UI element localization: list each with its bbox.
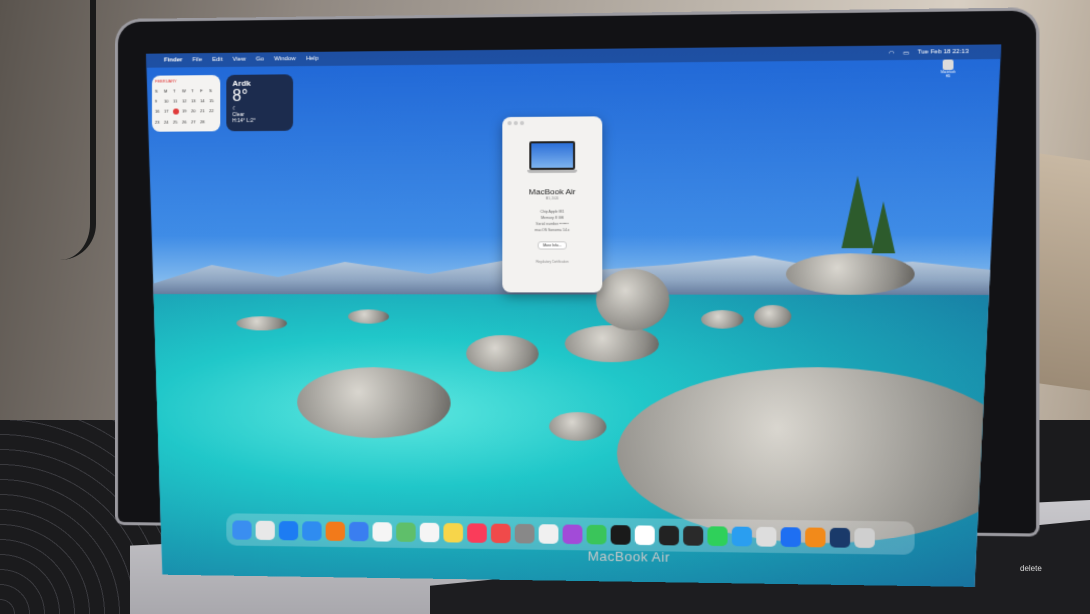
dock-podcasts-icon[interactable]	[563, 524, 583, 544]
weather-city: Ardk	[232, 78, 251, 88]
dock-launchpad-icon[interactable]	[256, 520, 275, 539]
dock-maps-icon[interactable]	[396, 522, 416, 542]
dock-photos-icon[interactable]	[373, 522, 392, 541]
menu-help[interactable]: Help	[306, 56, 319, 62]
about-subtitle: M1, 2020	[545, 196, 559, 201]
dock-calendar-icon[interactable]	[635, 525, 655, 545]
wifi-icon[interactable]: ◠	[889, 49, 895, 56]
delete-key: delete	[1020, 564, 1042, 573]
menubar: Finder File Edit View Go Window Help ◠ ▭…	[146, 44, 1001, 67]
rock	[297, 367, 450, 439]
dock-activity-monitor-icon[interactable]	[683, 525, 703, 545]
about-title: MacBook Air	[528, 187, 576, 197]
dock-notes-icon[interactable]	[443, 523, 463, 543]
menu-edit[interactable]: Edit	[212, 57, 222, 63]
regulatory-link[interactable]: Regulatory Certification	[502, 260, 602, 264]
dock-reminders-icon[interactable]	[420, 522, 440, 542]
bezel-label: MacBook Air	[587, 548, 670, 565]
rock	[236, 316, 287, 330]
tree	[842, 175, 874, 248]
dock-news-icon[interactable]	[491, 523, 511, 543]
menu-view[interactable]: View	[233, 57, 246, 63]
macintosh-hd-icon[interactable]: Macintosh HD	[941, 59, 956, 76]
rock	[348, 309, 389, 323]
weather-range: H:14° L:2°	[232, 117, 256, 125]
window-controls	[502, 116, 602, 129]
calendar-today	[173, 109, 179, 115]
spec-macos: macOS Sonoma 14.x	[534, 228, 570, 233]
dock-telegram-icon[interactable]	[732, 526, 752, 546]
rock	[754, 305, 791, 328]
rock	[549, 412, 606, 441]
calendar-widget[interactable]: FEBRUARY SMTWTFS 9 10 11 12 13 14 15 16 17 19 20 2…	[152, 75, 220, 132]
rock	[466, 335, 539, 372]
minimize-button[interactable]	[514, 121, 518, 125]
dock-mail-icon[interactable]	[349, 521, 368, 540]
menu-file[interactable]: File	[192, 57, 202, 63]
dock-whatsapp-icon[interactable]	[707, 526, 727, 546]
weather-widget[interactable]: Ardk 8° ☾ Clear H:14° L:2°	[226, 74, 293, 131]
laptop-lid: Finder File Edit View Go Window Help ◠ ▭…	[118, 10, 1037, 534]
more-info-button[interactable]: More Info...	[538, 241, 567, 249]
zoom-button[interactable]	[520, 121, 524, 125]
dock-music-icon[interactable]	[467, 523, 487, 543]
screen: Finder File Edit View Go Window Help ◠ ▭…	[146, 44, 1001, 587]
about-this-mac-window[interactable]: MacBook Air M1, 2020 Chip Apple M1 Memor…	[502, 116, 602, 292]
tree	[872, 201, 896, 253]
battery-icon[interactable]: ▭	[903, 49, 909, 56]
dock-facetime-icon[interactable]	[587, 524, 607, 544]
menu-go[interactable]: Go	[256, 56, 264, 62]
dock-terminal-icon[interactable]	[659, 525, 679, 545]
dock-finder-icon[interactable]	[232, 520, 251, 539]
rock	[701, 310, 743, 329]
menu-window[interactable]: Window	[274, 56, 296, 62]
disk-label: Macintosh HD	[940, 69, 956, 79]
menubar-clock[interactable]: Tue Feb 18 22:13	[918, 48, 969, 56]
weather-temperature: 8°	[232, 87, 248, 106]
dock-screenshot-icon[interactable]	[756, 526, 776, 546]
macbook-icon	[529, 141, 575, 170]
dock-firefox-icon[interactable]	[326, 521, 345, 540]
dock-steam-icon[interactable]	[830, 527, 850, 547]
calendar-month: FEBRUARY	[154, 78, 177, 84]
cable	[60, 0, 96, 260]
close-button[interactable]	[508, 121, 512, 125]
dock-safari-icon[interactable]	[302, 521, 321, 540]
dock-trash-icon[interactable]	[854, 528, 874, 548]
dock-quicktime-icon[interactable]	[611, 525, 631, 545]
dock-chess-icon[interactable]	[539, 524, 559, 544]
dock-app-store-icon[interactable]	[279, 520, 298, 539]
rock	[786, 253, 915, 295]
rock	[596, 269, 669, 331]
rock	[565, 325, 659, 362]
dock-vlc-icon[interactable]	[805, 527, 825, 547]
dock-keynote-icon[interactable]	[781, 527, 801, 547]
dock-calculator-icon[interactable]	[515, 523, 535, 543]
menu-finder[interactable]: Finder	[164, 57, 182, 63]
